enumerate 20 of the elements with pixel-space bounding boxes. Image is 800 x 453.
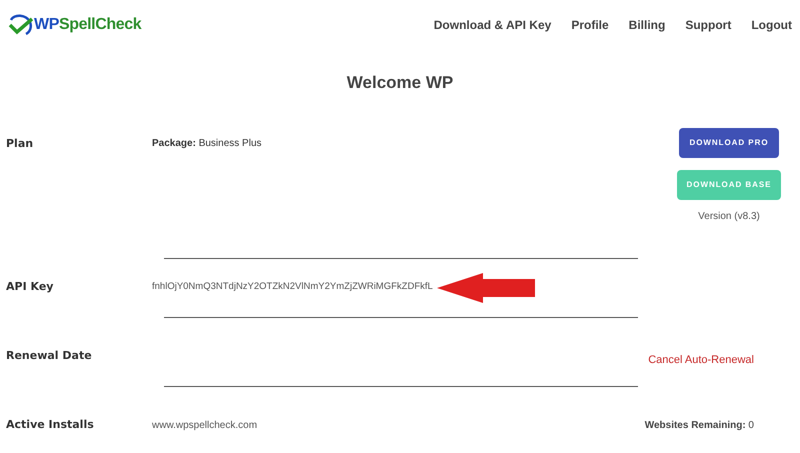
logo-text[interactable]: WPSpellCheck <box>34 13 142 37</box>
nav-link[interactable]: Logout <box>751 16 792 34</box>
nav-link[interactable]: Download & API Key <box>434 16 552 34</box>
nav-link[interactable]: Profile <box>571 16 609 34</box>
row-label: API Key <box>6 279 54 296</box>
websites-remaining-text: Websites Remaining: 0 <box>644 419 754 433</box>
cancel-renewal-link[interactable]: Cancel Auto-Renewal <box>648 352 754 368</box>
nav-link[interactable]: Billing <box>628 16 666 34</box>
row-label: Active Installs <box>6 417 95 434</box>
page-title: Welcome WP <box>346 72 454 94</box>
api-key-text: fnhlOjY0NmQ3NTdjNzY2OTZkN2VlNmY2YmZjZWRiMGFkZDFkfL <box>152 280 433 294</box>
row-label: Renewal Date <box>6 348 93 364</box>
row-label: Plan <box>6 136 34 152</box>
package-text: Package: Business Plus <box>152 136 263 150</box>
download-button[interactable]: DOWNLOAD PRO <box>679 128 779 158</box>
nav-link[interactable]: Support <box>685 16 732 34</box>
arrow-icon <box>436 272 535 302</box>
site-url: www.wpspellcheck.com <box>152 419 258 433</box>
version-text: Version (v8.3) <box>698 210 760 224</box>
checkmark-logo-icon <box>8 14 34 36</box>
